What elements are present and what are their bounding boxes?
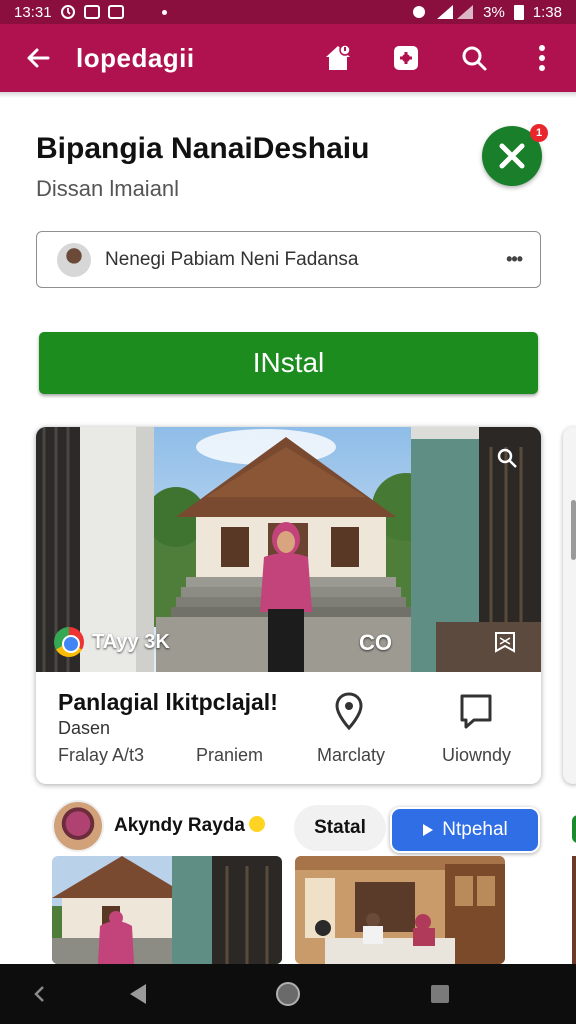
sim-icon (83, 5, 100, 19)
status-time: 13:31 (14, 3, 52, 21)
more-vert-icon (539, 45, 545, 71)
close-fab-button[interactable]: 1 (482, 124, 548, 186)
card-action-label-2[interactable]: Uiowndy (442, 745, 511, 766)
account-avatar (57, 242, 91, 277)
app-name: Bipangia NanaiDeshaiu (36, 132, 370, 165)
card-action-label-1[interactable]: Marclaty (317, 745, 385, 766)
signal-icon (437, 5, 474, 19)
app-bar-title: lopedagii (76, 42, 195, 73)
card-subtitle: Dasen (58, 718, 111, 738)
author-row: Akyndy Rayda Statal Ntpehal (52, 800, 576, 856)
card-meta: Fralay A/t3 (58, 745, 145, 765)
green-chip-peek[interactable] (572, 815, 576, 843)
hero-browser-label: TAyy 3K (92, 630, 170, 653)
screenshot-icon (394, 46, 418, 70)
author-name[interactable]: Akyndy Rayda (114, 815, 265, 837)
status-clock: 1:38 (532, 3, 562, 21)
thumbnail-house[interactable] (52, 856, 282, 964)
card-action-label-0[interactable]: Praniem (196, 745, 263, 766)
play-chip-button[interactable]: Ntpehal (390, 807, 540, 853)
alarm-icon (60, 5, 75, 19)
hero-corner-text: CO (359, 630, 392, 655)
back-button[interactable] (0, 24, 76, 92)
smile-emoji-icon (248, 816, 265, 832)
close-icon (499, 143, 525, 169)
back-triangle-icon (130, 984, 146, 1004)
more-horiz-icon[interactable]: ••• (506, 249, 523, 270)
battery-icon (513, 5, 524, 20)
account-label: Nenegi Pabiam Neni Fadansa (105, 248, 359, 270)
app-bar: lopedagii (0, 24, 576, 92)
home-circle-icon (276, 982, 300, 1006)
notification-badge: 1 (530, 124, 548, 142)
thumbnail-peek[interactable] (572, 856, 576, 964)
card-title: Panlagial lkitpclajal! (58, 689, 278, 715)
scroll-indicator (571, 500, 576, 560)
dot-icon (161, 9, 167, 15)
status-chip[interactable]: Statal (294, 805, 386, 851)
thumbnail-interior[interactable] (295, 856, 505, 964)
app-developer: Dissan lmaianl (36, 176, 180, 201)
author-avatar[interactable] (52, 800, 104, 852)
location-pin-icon[interactable] (331, 691, 367, 731)
chevron-left-icon (34, 986, 44, 1002)
install-button[interactable]: INstal (39, 332, 538, 394)
back-arrow-icon (27, 48, 50, 68)
notification-icon (107, 5, 124, 19)
next-card-peek[interactable] (563, 427, 576, 784)
system-nav-bar (0, 964, 576, 1024)
screenshot-button[interactable] (372, 24, 440, 92)
author-name-text: Akyndy Rayda (114, 815, 245, 836)
hero-browser-badge: TAyy 3K (54, 627, 170, 657)
play-icon (423, 824, 434, 836)
nav-chevron-button[interactable] (10, 964, 70, 1024)
comment-icon[interactable] (458, 691, 494, 731)
recents-square-icon (431, 985, 449, 1003)
battery-text: 3% (483, 3, 505, 21)
app-bar-shadow (0, 92, 576, 98)
hero-search-icon[interactable] (496, 447, 518, 469)
play-chip-label: Ntpehal (442, 819, 508, 840)
search-button[interactable] (440, 24, 508, 92)
status-bar: 13:31 3% 1:38 (0, 0, 576, 24)
home-icon (326, 44, 351, 70)
bookmark-icon[interactable] (493, 630, 517, 654)
nav-recents-button[interactable] (410, 964, 470, 1024)
more-options-button[interactable] (508, 24, 576, 92)
nav-home-button[interactable] (258, 964, 318, 1024)
chrome-icon (54, 627, 84, 657)
nav-back-button[interactable] (108, 964, 168, 1024)
search-icon (462, 46, 487, 71)
account-selector[interactable]: Nenegi Pabiam Neni Fadansa ••• (36, 231, 541, 288)
feature-card[interactable]: TAyy 3K CO Panlagial lkitpclajal! Dasen … (36, 427, 541, 784)
sync-icon (413, 6, 426, 18)
home-button[interactable] (304, 24, 372, 92)
